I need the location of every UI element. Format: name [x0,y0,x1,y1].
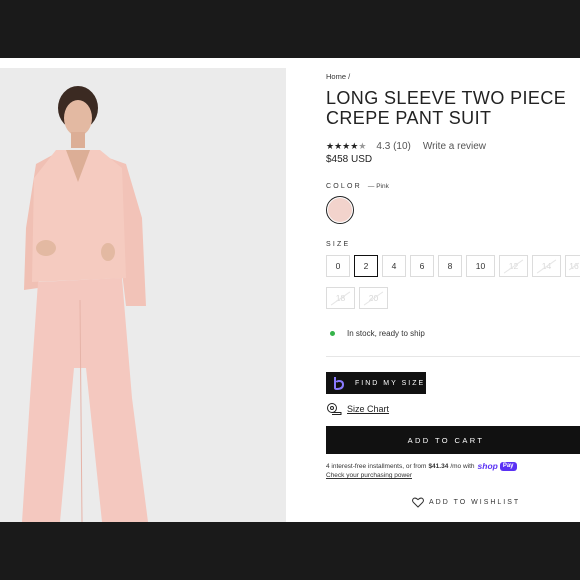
stock-status: In stock, ready to ship [326,329,425,338]
measuring-tape-icon [327,403,342,415]
add-to-cart-button[interactable]: ADD TO CART [326,426,580,454]
product-info-panel: Home / LONG SLEEVE TWO PIECE CREPE PANT … [326,58,580,522]
color-label-row: COLOR — Pink [326,183,389,190]
breadcrumb-separator: / [348,72,351,81]
size-options-row-2: 18 20 [326,287,388,309]
size-option[interactable]: 6 [410,255,434,277]
installments-prefix: 4 interest-free installments, or from [326,462,427,470]
size-option-unavailable[interactable]: 16 [565,255,580,277]
add-to-wishlist-label: ADD TO WISHLIST [429,499,521,506]
size-option[interactable]: 0 [326,255,350,277]
size-label: SIZE [326,241,351,248]
write-review-link[interactable]: Write a review [423,141,486,152]
size-option-unavailable[interactable]: 14 [532,255,561,277]
size-chart-label: Size Chart [347,404,390,414]
in-stock-dot-icon [330,331,335,336]
star-icon: ★ [326,140,335,151]
product-page: Home / LONG SLEEVE TWO PIECE CREPE PANT … [0,58,580,522]
heart-icon [412,497,424,508]
find-my-size-label: FIND MY SIZE [355,379,426,387]
shop-pay-pill: Pay [499,461,517,471]
rating-stars[interactable]: ★ ★ ★ ★ ★ [326,140,367,151]
product-price: $458 USD [326,154,373,165]
bird-logo-icon [332,376,346,390]
color-value: — Pink [367,183,389,190]
installments-text: 4 interest-free installments, or from $4… [326,461,517,471]
star-icon: ★ [342,140,351,151]
swatch-fill [328,198,352,222]
color-swatch-pink[interactable] [326,196,354,224]
size-chart-link[interactable]: Size Chart [326,403,389,415]
top-black-bar [0,0,580,58]
breadcrumb: Home / [326,72,350,81]
size-options-row-1: 0 2 4 6 8 10 12 14 16 [326,255,580,277]
add-to-wishlist-button[interactable]: ADD TO WISHLIST [412,497,520,508]
size-option-unavailable[interactable]: 18 [326,287,355,309]
shop-pay-logo: shop [477,461,498,471]
stock-text: In stock, ready to ship [347,329,425,338]
size-option-unavailable[interactable]: 20 [359,287,388,309]
star-icon: ★ [334,140,343,151]
bottom-black-bar [0,522,580,580]
size-option[interactable]: 10 [466,255,495,277]
rating-summary[interactable]: 4.3 (10) [376,141,410,152]
size-option[interactable]: 4 [382,255,406,277]
divider [326,356,580,357]
product-title: LONG SLEEVE TWO PIECE CREPE PANT SUIT [326,88,567,128]
installments-amount: $41.34 [428,462,449,470]
color-label: COLOR [326,183,362,190]
check-purchasing-power-link[interactable]: Check your purchasing power [326,472,412,479]
size-option-selected[interactable]: 2 [354,255,378,277]
installments-suffix: /mo with [450,462,475,470]
rating-row: ★ ★ ★ ★ ★ 4.3 (10) Write a review [326,140,486,152]
model-image [0,68,286,522]
star-icon: ★ [350,140,359,151]
size-option-unavailable[interactable]: 12 [499,255,528,277]
add-to-cart-label: ADD TO CART [407,435,485,445]
size-option[interactable]: 8 [438,255,462,277]
find-my-size-button[interactable]: FIND MY SIZE [326,372,426,394]
star-icon: ★ [358,140,367,151]
breadcrumb-home-link[interactable]: Home [326,72,346,81]
product-photo[interactable] [0,68,286,522]
